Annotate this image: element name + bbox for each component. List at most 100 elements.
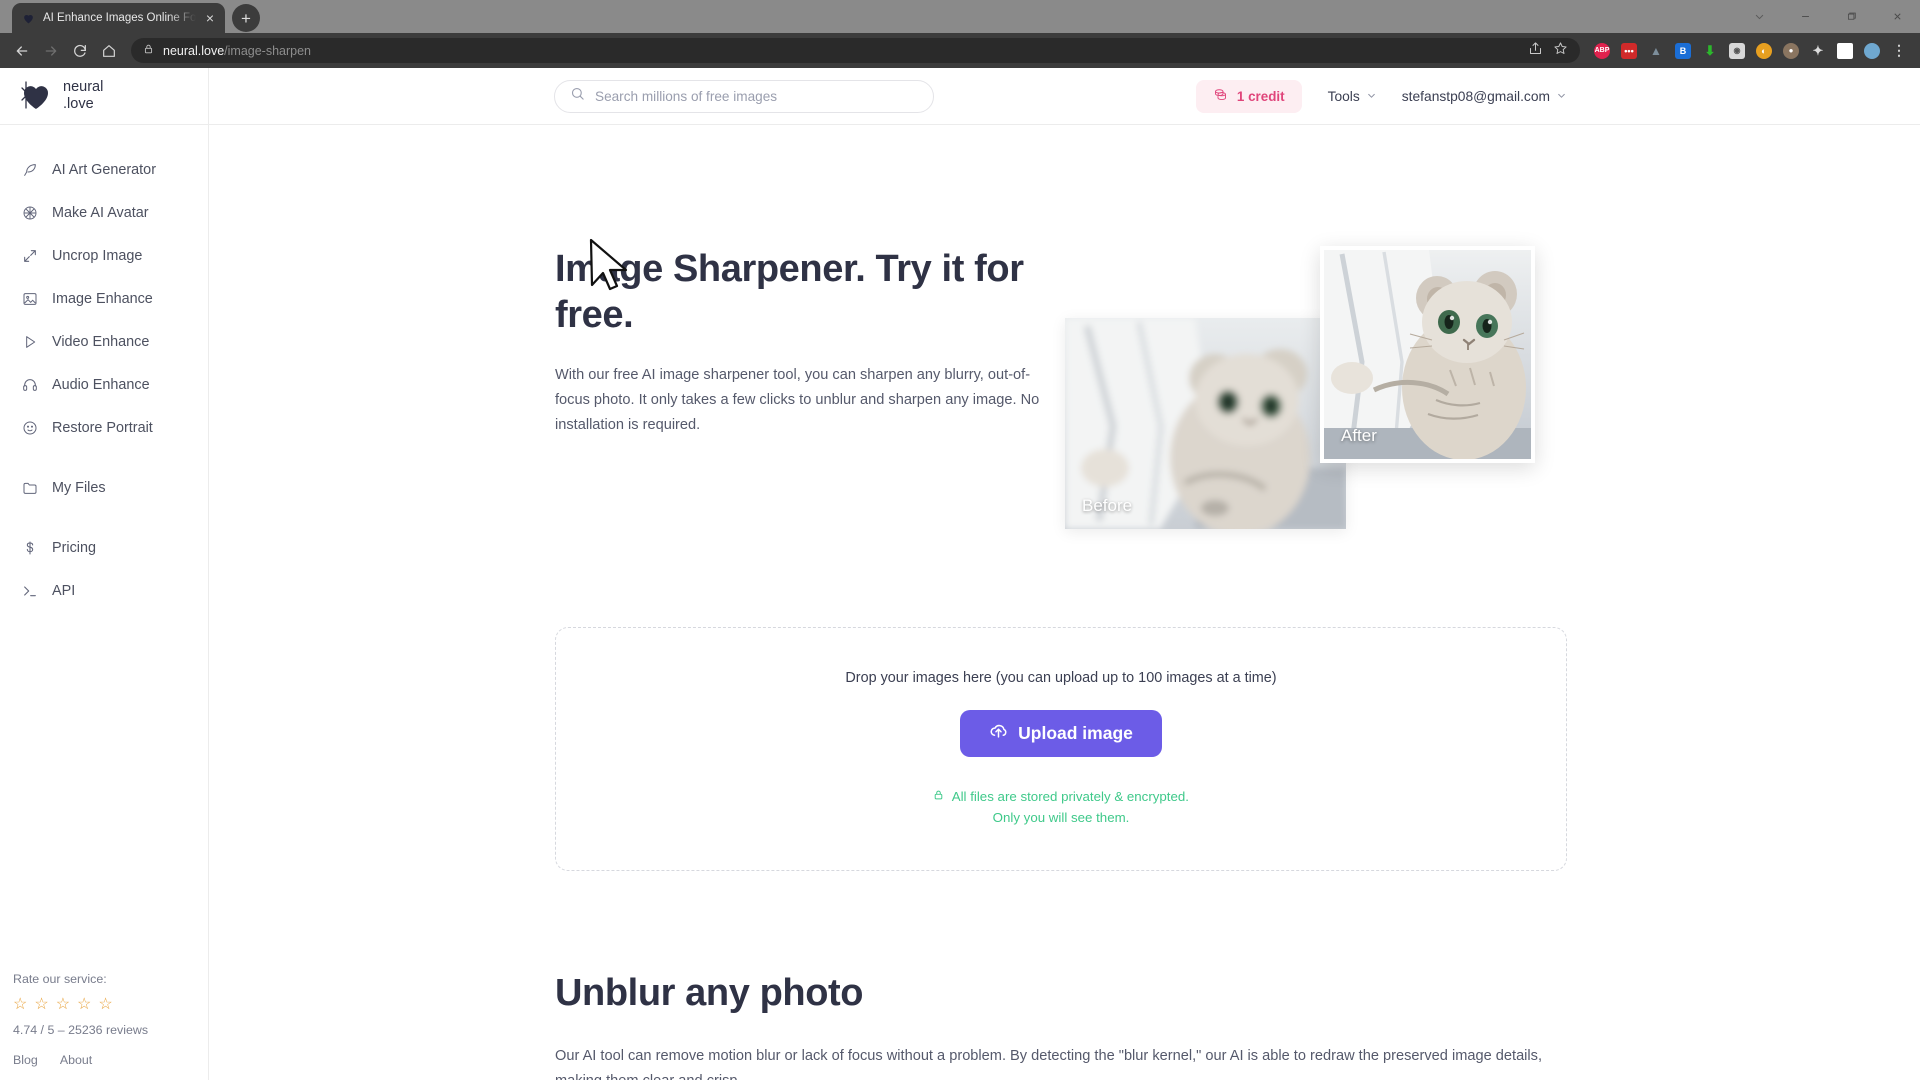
close-icon[interactable]: × bbox=[203, 11, 217, 25]
sidebar-item-label: Uncrop Image bbox=[52, 247, 143, 264]
upload-dropzone[interactable]: Drop your images here (you can upload up… bbox=[555, 627, 1567, 871]
avatar-globe-icon bbox=[21, 204, 38, 221]
star-icon[interactable]: ☆ bbox=[13, 997, 27, 1013]
globe-icon[interactable]: ◐ bbox=[1751, 37, 1777, 64]
share-icon[interactable] bbox=[1528, 41, 1543, 61]
before-image: Before bbox=[1065, 318, 1346, 529]
unblur-section: Unblur any photo Our AI tool can remove … bbox=[555, 972, 1567, 1080]
upload-button-label: Upload image bbox=[1018, 722, 1133, 743]
sidebar-item-pricing[interactable]: Pricing bbox=[0, 526, 208, 569]
chevron-down-icon[interactable] bbox=[1736, 0, 1782, 33]
feather-icon bbox=[21, 161, 38, 178]
maximize-icon[interactable] bbox=[1828, 0, 1874, 33]
rating-summary: 4.74 / 5 – 25236 reviews bbox=[13, 1023, 149, 1037]
sidebar-item-label: AI Art Generator bbox=[52, 161, 156, 178]
home-icon[interactable] bbox=[95, 37, 122, 64]
chevron-down-icon bbox=[1557, 91, 1566, 102]
chrome-menu-icon[interactable]: ⋮ bbox=[1886, 37, 1912, 64]
page-title: Image Sharpener. Try it for free. bbox=[555, 248, 1024, 337]
browser-tab[interactable]: AI Enhance Images Online For Fr × bbox=[12, 3, 225, 33]
sidebar-item-label: Make AI Avatar bbox=[52, 204, 149, 221]
star-icon[interactable]: ☆ bbox=[34, 997, 48, 1013]
search-icon bbox=[570, 86, 585, 106]
star-icon[interactable]: ☆ bbox=[77, 997, 91, 1013]
hero-preview-images: Before After bbox=[1065, 246, 1567, 536]
star-icon[interactable]: ☆ bbox=[56, 997, 70, 1013]
url-text: neural.love/image-sharpen bbox=[163, 44, 311, 58]
site-info-lock-icon[interactable] bbox=[143, 43, 154, 58]
section-description: Our AI tool can remove motion blur or la… bbox=[555, 1048, 1543, 1080]
after-label: After bbox=[1341, 426, 1377, 445]
minimize-icon[interactable] bbox=[1782, 0, 1828, 33]
dog-icon[interactable]: ● bbox=[1778, 37, 1804, 64]
hero-section: Image Sharpener. Try it for free. With o… bbox=[555, 125, 1567, 536]
reload-icon[interactable] bbox=[66, 37, 93, 64]
rating-stars[interactable]: ☆ ☆ ☆ ☆ ☆ bbox=[13, 997, 208, 1013]
url-domain: neural.love bbox=[163, 43, 225, 58]
sidebar-item-image-enhance[interactable]: Image Enhance bbox=[0, 277, 208, 320]
profile-avatar-icon[interactable] bbox=[1859, 37, 1885, 64]
sidebar-item-uncrop-image[interactable]: Uncrop Image bbox=[0, 234, 208, 277]
footer-link-blog[interactable]: Blog bbox=[13, 1053, 38, 1067]
smiley-icon bbox=[21, 419, 38, 436]
credits-badge[interactable]: 1 credit bbox=[1195, 79, 1302, 113]
window-controls bbox=[1736, 0, 1920, 33]
sidebar-item-label: Audio Enhance bbox=[52, 376, 150, 393]
mountain-icon[interactable]: ▲ bbox=[1643, 37, 1669, 64]
search-bar[interactable] bbox=[554, 79, 934, 113]
brand-text: neural .love bbox=[63, 79, 103, 113]
rating-block: Rate our service: ☆ ☆ ☆ ☆ ☆ 4.74 / 5 – 2… bbox=[0, 972, 208, 1053]
star-icon[interactable]: ☆ bbox=[98, 997, 112, 1013]
sidebar-item-make-ai-avatar[interactable]: Make AI Avatar bbox=[0, 191, 208, 234]
upload-image-button[interactable]: Upload image bbox=[960, 709, 1162, 757]
close-icon[interactable] bbox=[1874, 0, 1920, 33]
image-icon bbox=[21, 290, 38, 307]
sidebar-item-ai-art-generator[interactable]: AI Art Generator bbox=[0, 148, 208, 191]
expand-arrows-icon bbox=[21, 247, 38, 264]
sidebar-item-audio-enhance[interactable]: Audio Enhance bbox=[0, 363, 208, 406]
browser-toolbar: neural.love/image-sharpen ABP ••• ▲ B ⬇ … bbox=[0, 33, 1920, 68]
address-bar[interactable]: neural.love/image-sharpen bbox=[131, 38, 1580, 63]
lock-icon bbox=[933, 789, 948, 804]
hero-text: Image Sharpener. Try it for free. With o… bbox=[555, 246, 1065, 536]
tools-menu[interactable]: Tools bbox=[1328, 89, 1376, 104]
star-icon[interactable] bbox=[1553, 41, 1568, 61]
sidebar-item-api[interactable]: API bbox=[0, 569, 208, 612]
new-tab-button[interactable]: + bbox=[232, 4, 260, 32]
browser-chrome: AI Enhance Images Online For Fr × + bbox=[0, 0, 1920, 68]
white-square-icon[interactable] bbox=[1832, 37, 1858, 64]
sidebar-item-my-files[interactable]: My Files bbox=[0, 466, 208, 509]
puzzle-icon[interactable]: ✦ bbox=[1805, 37, 1831, 64]
neural-love-heart-icon bbox=[14, 80, 52, 112]
nav-divider-gap bbox=[0, 509, 208, 526]
heart-icon bbox=[20, 10, 36, 26]
dollar-icon bbox=[21, 539, 38, 556]
red-dots-icon[interactable]: ••• bbox=[1616, 37, 1642, 64]
camera-icon[interactable]: ◉ bbox=[1724, 37, 1750, 64]
search-input[interactable] bbox=[595, 88, 918, 104]
back-icon[interactable] bbox=[8, 37, 35, 64]
download-arrow-icon[interactable]: ⬇ bbox=[1697, 37, 1723, 64]
sidebar-item-label: Pricing bbox=[52, 539, 96, 556]
section-title: Unblur any photo bbox=[555, 972, 864, 1014]
brand-logo[interactable]: neural .love bbox=[0, 68, 208, 125]
cloud-upload-icon bbox=[989, 721, 1008, 745]
sidebar-nav: AI Art Generator Make AI Avatar Uncrop I… bbox=[0, 125, 208, 612]
footer-link-about[interactable]: About bbox=[60, 1053, 92, 1067]
blue-b-icon[interactable]: B bbox=[1670, 37, 1696, 64]
nav-divider-gap bbox=[0, 449, 208, 466]
privacy-line-1-wrap: All files are stored privately & encrypt… bbox=[933, 787, 1189, 808]
rating-label: Rate our service: bbox=[13, 972, 107, 986]
adblock-plus-icon[interactable]: ABP bbox=[1589, 37, 1615, 64]
tools-label: Tools bbox=[1327, 88, 1360, 104]
sidebar-item-restore-portrait[interactable]: Restore Portrait bbox=[0, 406, 208, 449]
sidebar-item-video-enhance[interactable]: Video Enhance bbox=[0, 320, 208, 363]
privacy-line-1: All files are stored privately & encrypt… bbox=[951, 788, 1189, 804]
sidebar: neural .love AI Art Generator Make AI Av… bbox=[0, 68, 209, 1080]
brand-line-1: neural bbox=[63, 78, 104, 95]
account-menu[interactable]: stefanstp08@gmail.com bbox=[1402, 89, 1566, 104]
credits-label: 1 credit bbox=[1236, 88, 1285, 104]
header-right: 1 credit Tools stefanstp08@gmail.com bbox=[1195, 79, 1920, 113]
forward-icon[interactable] bbox=[37, 37, 64, 64]
